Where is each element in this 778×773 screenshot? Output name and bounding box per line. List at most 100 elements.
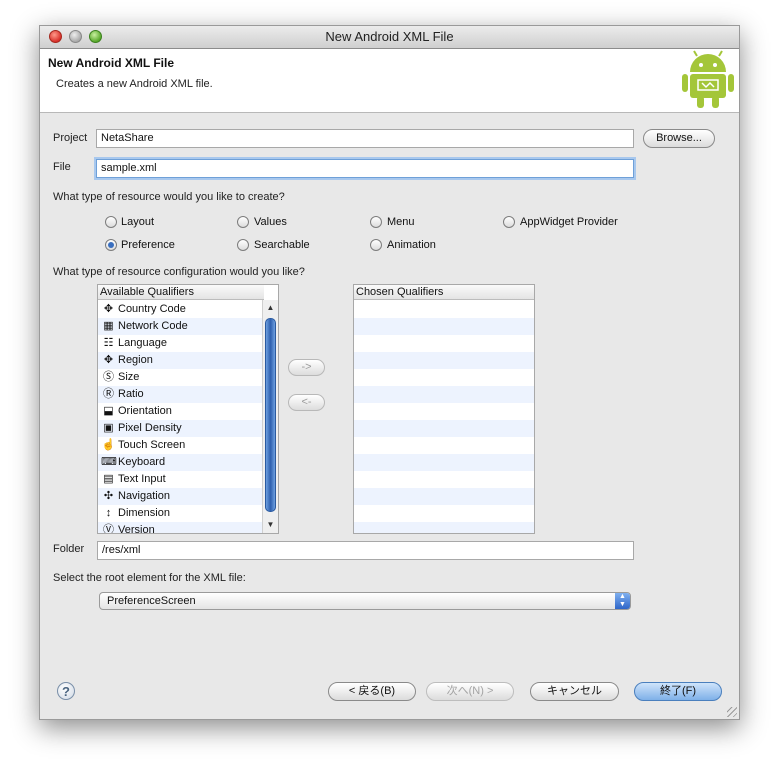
qualifier-item[interactable]: ▤ Text Input (98, 471, 264, 488)
qualifier-label: Version (118, 524, 155, 534)
qualifier-item[interactable]: Ⓥ Version (98, 522, 264, 534)
qualifier-item[interactable]: ▣ Pixel Density (98, 420, 264, 437)
qualifier-item[interactable]: ✣ Navigation (98, 488, 264, 505)
radio-menu-label: Menu (387, 216, 415, 228)
qualifier-label: Pixel Density (118, 422, 182, 434)
help-icon[interactable]: ? (57, 682, 75, 700)
remove-qualifier-button[interactable]: <- (288, 394, 325, 411)
qualifier-item[interactable]: ▦ Network Code (98, 318, 264, 335)
chosen-empty-row (354, 505, 534, 522)
cancel-button[interactable]: キャンセル (530, 682, 619, 701)
radio-preference[interactable] (105, 239, 117, 251)
chosen-empty-row (354, 335, 534, 352)
select-arrows-icon: ▲ ▼ (615, 593, 630, 609)
chosen-empty-row (354, 403, 534, 420)
file-field[interactable]: sample.xml (96, 159, 634, 178)
qualifier-label: Navigation (118, 490, 170, 502)
version-icon: Ⓥ (103, 524, 114, 534)
android-logo-icon (682, 50, 734, 108)
radio-animation-label: Animation (387, 239, 436, 251)
scroll-down-arrow-icon[interactable]: ▼ (263, 519, 278, 531)
network-code-icon: ▦ (103, 320, 114, 332)
available-qualifiers-header: Available Qualifiers (98, 285, 264, 300)
scroll-up-arrow-icon[interactable]: ▲ (263, 302, 278, 314)
touch-screen-icon: ☝ (101, 439, 116, 451)
available-qualifiers-scrollbar[interactable]: ▲ ▼ (262, 300, 278, 533)
root-element-value: PreferenceScreen (107, 595, 196, 607)
wizard-title: New Android XML File (48, 56, 175, 70)
root-element-label: Select the root element for the XML file… (53, 572, 246, 584)
chosen-empty-row (354, 369, 534, 386)
radio-animation[interactable] (370, 239, 382, 251)
file-label: File (53, 161, 71, 173)
wizard-description: Creates a new Android XML file. (56, 78, 213, 90)
chosen-empty-row (354, 352, 534, 369)
dimension-icon: ↕ (105, 507, 112, 519)
keyboard-icon: ⌨ (101, 456, 117, 468)
resize-grip-icon[interactable] (727, 707, 737, 717)
qualifier-item[interactable]: Ⓡ Ratio (98, 386, 264, 403)
window-title: New Android XML File (325, 29, 454, 44)
finish-button[interactable]: 終了(F) (634, 682, 722, 701)
qualifier-label: Text Input (118, 473, 166, 485)
radio-searchable-label: Searchable (254, 239, 310, 251)
chosen-empty-row (354, 386, 534, 403)
language-icon: ☷ (103, 337, 114, 349)
radio-appwidget-provider-label: AppWidget Provider (520, 216, 618, 228)
qualifier-label: Ratio (118, 388, 144, 400)
root-element-select[interactable]: PreferenceScreen ▲ ▼ (99, 592, 631, 610)
chosen-empty-row (354, 454, 534, 471)
back-button[interactable]: < 戻る(B) (328, 682, 416, 701)
qualifier-label: Language (118, 337, 167, 349)
radio-menu[interactable] (370, 216, 382, 228)
qualifier-label: Touch Screen (118, 439, 186, 451)
qualifier-item[interactable]: ↕ Dimension (98, 505, 264, 522)
next-button[interactable]: 次へ(N) > (426, 682, 514, 701)
qualifier-item[interactable]: ☝ Touch Screen (98, 437, 264, 454)
title-bar[interactable]: New Android XML File (40, 26, 739, 49)
ratio-icon: Ⓡ (103, 388, 114, 400)
radio-layout[interactable] (105, 216, 117, 228)
qualifier-label: Keyboard (118, 456, 166, 468)
radio-searchable[interactable] (237, 239, 249, 251)
chosen-empty-row (354, 522, 534, 533)
scrollbar-thumb[interactable] (265, 318, 276, 512)
chosen-empty-row (354, 471, 534, 488)
qualifier-item[interactable]: ⌨ Keyboard (98, 454, 264, 471)
qualifier-label: Region (118, 354, 153, 366)
region-icon: ✥ (103, 354, 114, 366)
radio-preference-label: Preference (121, 239, 175, 251)
qualifier-item[interactable]: ☷ Language (98, 335, 264, 352)
qualifier-label: Dimension (118, 507, 170, 519)
project-label: Project (53, 132, 88, 144)
dialog-window: New Android XML File New Android XML Fil… (39, 25, 740, 720)
radio-values[interactable] (237, 216, 249, 228)
wizard-header: New Android XML File Creates a new Andro… (40, 49, 739, 113)
available-qualifiers-list[interactable]: Available Qualifiers ✥ Country Code ▦ Netwo… (97, 284, 279, 534)
chosen-empty-row (354, 420, 534, 437)
qualifier-item[interactable]: Ⓢ Size (98, 369, 264, 386)
orientation-icon: ⬓ (103, 405, 114, 417)
chosen-empty-row (354, 488, 534, 505)
qualifier-label: Orientation (118, 405, 172, 417)
chosen-empty-row (354, 437, 534, 454)
chosen-qualifiers-header: Chosen Qualifiers (354, 285, 534, 300)
qualifier-item[interactable]: ⬓ Orientation (98, 403, 264, 420)
navigation-icon: ✣ (103, 490, 114, 502)
browse-button[interactable]: Browse... (643, 129, 715, 148)
folder-label: Folder (53, 543, 85, 555)
chosen-empty-row (354, 301, 534, 318)
size-icon: Ⓢ (103, 371, 114, 383)
radio-values-label: Values (254, 216, 287, 228)
text-input-icon: ▤ (103, 473, 114, 485)
chosen-empty-row (354, 318, 534, 335)
folder-field[interactable]: /res/xml (97, 541, 634, 560)
qualifier-item[interactable]: ✥ Region (98, 352, 264, 369)
radio-appwidget-provider[interactable] (503, 216, 515, 228)
qualifier-item[interactable]: ✥ Country Code (98, 301, 264, 318)
qualifier-label: Country Code (118, 303, 186, 315)
add-qualifier-button[interactable]: -> (288, 359, 325, 376)
chosen-qualifiers-list[interactable]: Chosen Qualifiers (353, 284, 535, 534)
project-field[interactable]: NetaShare (96, 129, 634, 148)
country-code-icon: ✥ (103, 303, 114, 315)
